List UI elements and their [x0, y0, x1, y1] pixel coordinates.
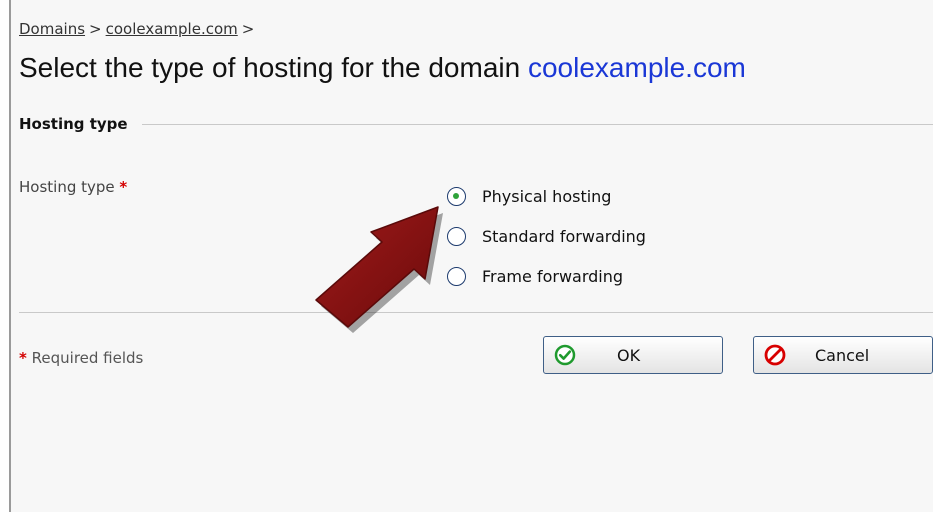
cancel-button[interactable]: Cancel	[753, 336, 933, 374]
ok-button[interactable]: OK	[543, 336, 723, 374]
radio-option-physical-hosting[interactable]: Physical hosting	[447, 176, 646, 216]
radio-option-frame-forwarding[interactable]: Frame forwarding	[447, 256, 646, 296]
radio-label-physical-hosting[interactable]: Physical hosting	[482, 187, 611, 206]
radio-label-frame-forwarding[interactable]: Frame forwarding	[482, 267, 623, 286]
section-rule	[141, 123, 933, 125]
breadcrumb-separator: >	[241, 20, 255, 38]
cancel-button-label: Cancel	[815, 346, 870, 365]
radio-button-frame-forwarding[interactable]	[447, 266, 466, 286]
radio-option-standard-forwarding[interactable]: Standard forwarding	[447, 216, 646, 256]
page-title-domain: coolexample.com	[527, 52, 746, 83]
radio-button-physical-hosting[interactable]	[447, 186, 466, 206]
hosting-type-label: Hosting type *	[19, 178, 127, 196]
hosting-panel: Domains > coolexample.com > Select the type…	[9, 0, 933, 512]
required-asterisk: *	[119, 178, 128, 196]
check-circle-icon	[554, 344, 576, 366]
breadcrumb: Domains > coolexample.com >	[19, 20, 258, 38]
page-title: Select the type of hosting for the domai…	[19, 52, 746, 84]
cancel-circle-icon	[764, 344, 786, 366]
breadcrumb-domain-link[interactable]: coolexample.com	[106, 20, 238, 38]
breadcrumb-domains-link[interactable]: Domains	[19, 20, 85, 38]
ok-button-label: OK	[617, 346, 641, 365]
hosting-type-label-text: Hosting type	[19, 178, 115, 196]
section-header: Hosting type	[19, 112, 933, 136]
page-title-text: Select the type of hosting for the domai…	[19, 52, 521, 83]
radio-button-standard-forwarding[interactable]	[447, 226, 466, 246]
radio-label-standard-forwarding[interactable]: Standard forwarding	[482, 227, 646, 246]
footer-divider	[19, 312, 933, 313]
section-title: Hosting type	[19, 115, 128, 133]
required-fields-text: Required fields	[31, 349, 144, 367]
required-fields-note: * Required fields	[19, 349, 143, 367]
required-asterisk: *	[19, 349, 27, 367]
hosting-type-radio-group: Physical hosting Standard forwarding Fra…	[447, 176, 646, 296]
breadcrumb-separator: >	[89, 20, 102, 38]
